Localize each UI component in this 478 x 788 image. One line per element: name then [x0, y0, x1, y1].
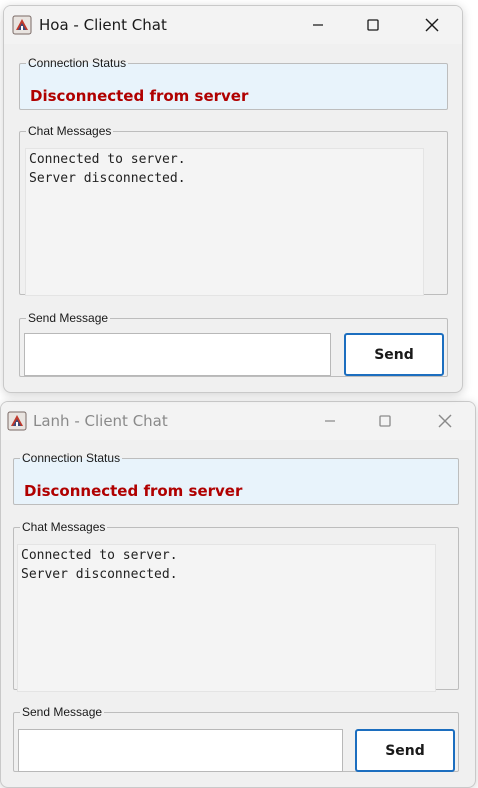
close-button[interactable] — [422, 402, 468, 440]
chat-messages-panel: Chat Messages Connected to server. Serve… — [13, 520, 459, 692]
close-button[interactable] — [409, 6, 455, 44]
hoa-client-chat-window: Hoa - Client Chat Connection Status Disc… — [3, 5, 463, 393]
window-title: Lanh - Client Chat — [33, 412, 168, 430]
connection-status-panel: Connection Status Disconnected from serv… — [13, 451, 459, 505]
minimize-icon — [313, 24, 323, 26]
minimize-button[interactable] — [307, 402, 353, 440]
connection-status-legend: Connection Status — [22, 451, 121, 465]
message-input[interactable] — [24, 333, 331, 376]
java-app-icon — [12, 15, 32, 35]
chat-messages-area[interactable]: Connected to server. Server disconnected… — [17, 544, 436, 692]
send-message-panel: Send Message Send — [13, 705, 459, 772]
send-button[interactable]: Send — [355, 729, 455, 772]
chat-message: Connected to server. — [21, 548, 178, 563]
title-bar[interactable]: Hoa - Client Chat — [4, 6, 462, 44]
send-message-panel: Send Message Send — [19, 311, 448, 377]
send-button[interactable]: Send — [344, 333, 444, 376]
close-icon — [438, 414, 452, 428]
chat-message: Server disconnected. — [29, 171, 186, 186]
maximize-icon — [367, 19, 379, 31]
java-app-icon — [7, 411, 27, 431]
chat-message: Connected to server. — [29, 152, 186, 167]
chat-messages-area[interactable]: Connected to server. Server disconnected… — [25, 148, 424, 296]
maximize-button[interactable] — [362, 402, 408, 440]
send-message-legend: Send Message — [28, 311, 109, 325]
connection-status-text: Disconnected from server — [30, 87, 249, 105]
chat-message: Server disconnected. — [21, 567, 178, 582]
chat-messages-legend: Chat Messages — [22, 520, 106, 534]
connection-status-text: Disconnected from server — [24, 482, 243, 500]
maximize-icon — [379, 415, 391, 427]
close-icon — [425, 18, 439, 32]
window-title: Hoa - Client Chat — [39, 16, 167, 34]
minimize-icon — [325, 420, 335, 422]
maximize-button[interactable] — [350, 6, 396, 44]
connection-status-panel: Connection Status Disconnected from serv… — [19, 56, 448, 110]
chat-messages-legend: Chat Messages — [28, 124, 112, 138]
minimize-button[interactable] — [295, 6, 341, 44]
lanh-client-chat-window: Lanh - Client Chat Connection Status Dis… — [0, 401, 476, 788]
connection-status-legend: Connection Status — [28, 56, 127, 70]
send-message-legend: Send Message — [22, 705, 103, 719]
chat-messages-panel: Chat Messages Connected to server. Serve… — [19, 124, 448, 296]
message-input[interactable] — [18, 729, 343, 772]
title-bar[interactable]: Lanh - Client Chat — [1, 402, 475, 440]
